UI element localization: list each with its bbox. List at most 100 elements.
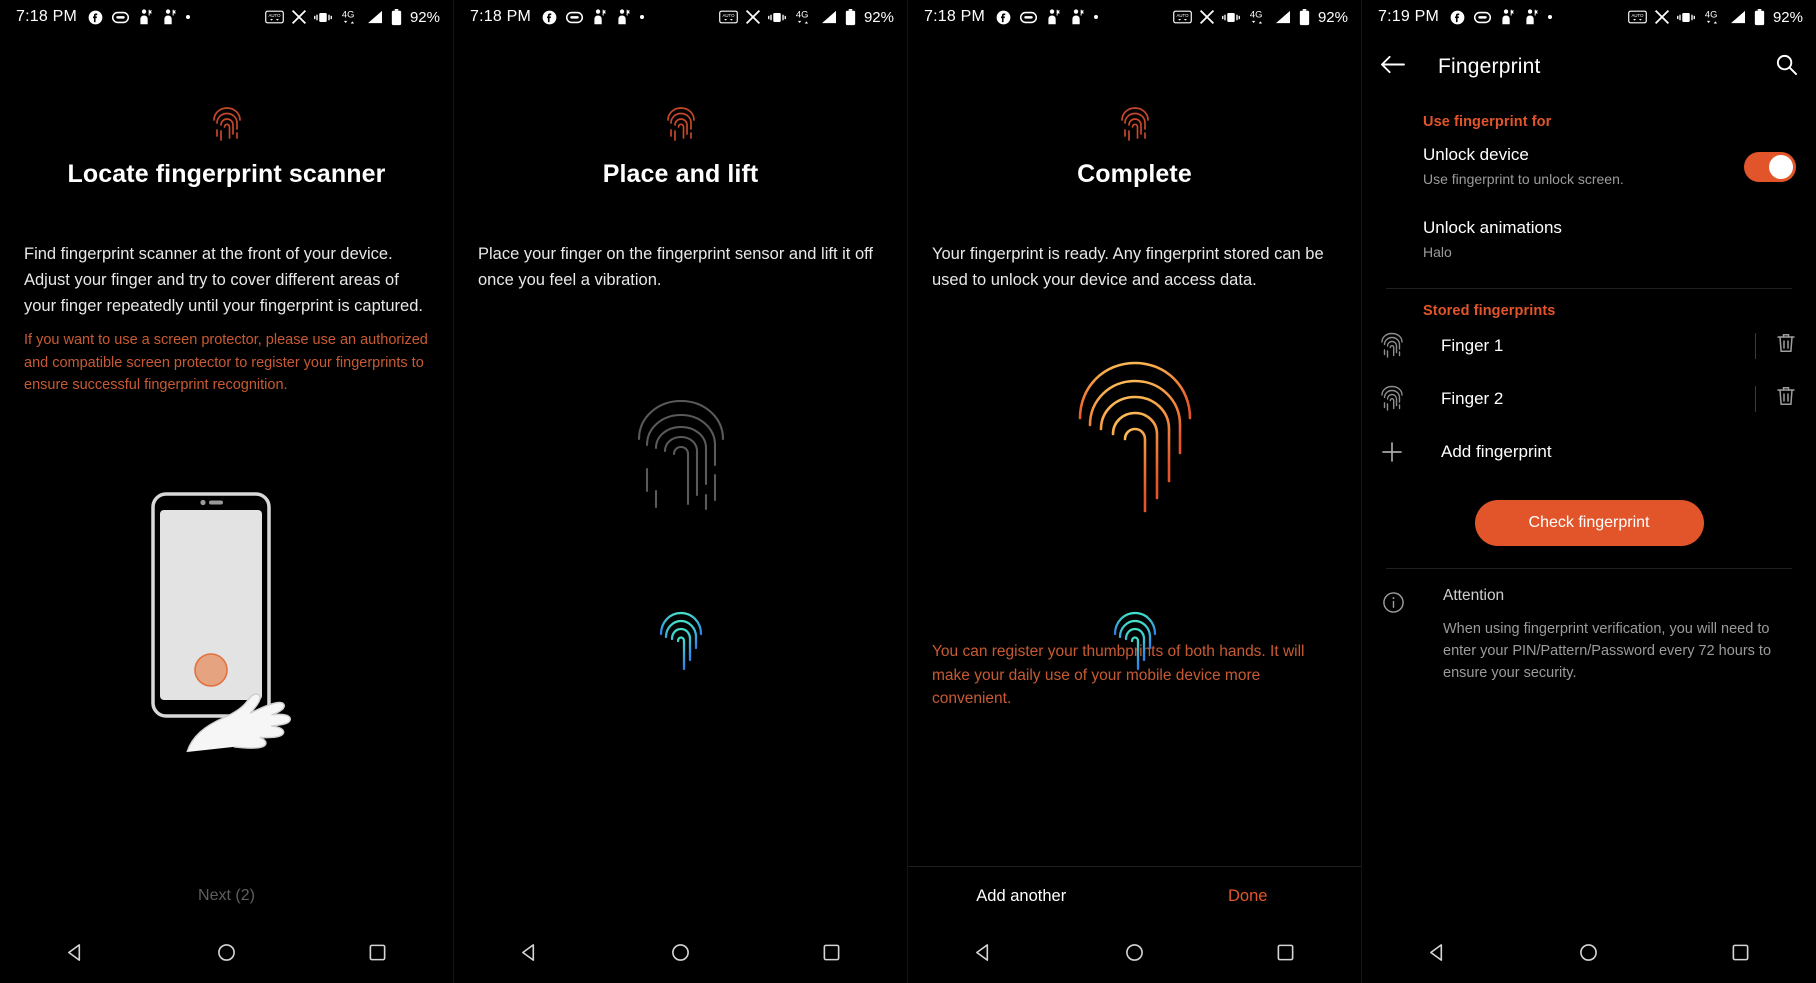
android-nav-bar (1362, 926, 1816, 983)
next-button[interactable]: Next (2) (0, 887, 453, 905)
messages-icon (566, 11, 583, 24)
person-icon (138, 9, 153, 25)
instruction-text: Place your finger on the fingerprint sen… (478, 245, 874, 289)
fingerprint-header-icon (454, 106, 907, 142)
nav-recents-icon[interactable] (1731, 943, 1750, 967)
svg-text:4G: 4G (796, 9, 808, 19)
android-nav-bar (454, 926, 907, 983)
dot-icon (1094, 15, 1098, 19)
vibrate-icon (1677, 11, 1695, 24)
status-bar-left: 7:18 PM (924, 8, 1098, 26)
person-icon (162, 9, 177, 25)
nav-recents-icon[interactable] (822, 943, 841, 967)
person-icon (592, 9, 607, 25)
fingerprint-name: Finger 2 (1441, 388, 1504, 408)
dot-icon (186, 15, 190, 19)
nav-back-icon[interactable] (520, 943, 539, 967)
done-button[interactable]: Done (1135, 887, 1362, 906)
nav-back-icon[interactable] (974, 943, 993, 967)
screen-place-and-lift: 7:18 PM AUTO 4G 92% Place and lift Place… (454, 0, 908, 983)
screen-protector-warning: If you want to use a screen protector, p… (24, 332, 428, 393)
status-bar: 7:18 PM AUTO 4G 92% (908, 0, 1361, 34)
status-bar-right: AUTO 4G 92% (1628, 8, 1803, 26)
battery-icon (391, 8, 402, 26)
nav-home-icon[interactable] (1125, 943, 1144, 967)
network-type-label: 4G (1702, 9, 1722, 26)
status-bar: 7:19 PM AUTO 4G 92% (1362, 0, 1816, 34)
x-app-icon (1199, 9, 1215, 25)
page-title: Fingerprint (1438, 55, 1541, 78)
bottom-action-bar: Add another Done (908, 866, 1361, 926)
svg-text:AUTO: AUTO (268, 13, 281, 18)
status-bar-left: 7:18 PM (470, 8, 644, 26)
page-title: Place and lift (602, 160, 759, 188)
row-separator (1755, 332, 1756, 359)
setting-unlock-animations[interactable]: Unlock animations Halo (1362, 203, 1816, 276)
vibrate-icon (314, 11, 332, 24)
row-separator (1755, 385, 1756, 412)
auto-rotate-icon: AUTO (719, 10, 738, 24)
search-icon[interactable] (1775, 53, 1798, 81)
nav-home-icon[interactable] (217, 943, 236, 967)
fingerprint-icon (1380, 332, 1423, 359)
section-stored-fingerprints: Stored fingerprints (1423, 303, 1556, 319)
status-time: 7:18 PM (924, 8, 985, 25)
signal-icon (1729, 10, 1747, 24)
info-icon (1382, 587, 1425, 684)
page-title: Complete (1077, 160, 1192, 188)
add-fingerprint-row[interactable]: Add fingerprint (1362, 425, 1816, 478)
vibrate-icon (768, 11, 786, 24)
add-fingerprint-label: Add fingerprint (1441, 441, 1552, 461)
nav-home-icon[interactable] (671, 943, 690, 967)
setting-unlock-device[interactable]: Unlock device Use fingerprint to unlock … (1362, 130, 1816, 203)
messages-icon (1474, 11, 1491, 24)
status-bar: 7:18 PM AUTO 4G 92% (0, 0, 453, 34)
fingerprint-icon (1380, 385, 1423, 412)
x-app-icon (1654, 9, 1670, 25)
app-bar: Fingerprint (1362, 34, 1816, 100)
nav-back-icon[interactable] (1428, 943, 1447, 967)
attention-description: When using fingerprint verification, you… (1443, 621, 1772, 681)
page-title: Locate fingerprint scanner (67, 160, 386, 188)
battery-icon (1299, 8, 1310, 26)
setting-subtitle: Use fingerprint to unlock screen. (1423, 171, 1624, 187)
screen-complete: 7:18 PM AUTO 4G 92% Complete Your finger… (908, 0, 1362, 983)
fingerprint-complete-graphic (908, 355, 1361, 523)
fingerprint-list-item[interactable]: Finger 1 (1362, 319, 1816, 372)
svg-text:AUTO: AUTO (1631, 13, 1644, 18)
facebook-icon (88, 10, 103, 25)
facebook-icon (996, 10, 1011, 25)
nav-recents-icon[interactable] (368, 943, 387, 967)
setting-title: Unlock device (1423, 145, 1529, 164)
back-arrow-icon[interactable] (1380, 54, 1405, 80)
plus-icon (1380, 440, 1423, 464)
dot-icon (1548, 15, 1552, 19)
attention-text-group: Attention When using fingerprint verific… (1443, 587, 1792, 684)
check-fingerprint-button[interactable]: Check fingerprint (1474, 500, 1704, 546)
trash-icon[interactable] (1776, 385, 1796, 412)
fingerprint-list-item[interactable]: Finger 2 (1362, 372, 1816, 425)
messages-icon (1020, 11, 1037, 24)
nav-recents-icon[interactable] (1276, 943, 1295, 967)
auto-rotate-icon: AUTO (1628, 10, 1647, 24)
vibrate-icon (1222, 11, 1240, 24)
nav-back-icon[interactable] (66, 943, 85, 967)
android-nav-bar (0, 926, 453, 983)
unlock-device-toggle[interactable] (1744, 151, 1796, 182)
svg-text:4G: 4G (1705, 9, 1717, 19)
attention-title: Attention (1443, 587, 1505, 604)
nav-home-icon[interactable] (1579, 943, 1598, 967)
person-icon (1500, 9, 1515, 25)
status-time: 7:18 PM (470, 8, 531, 25)
battery-percent: 92% (863, 8, 894, 26)
add-another-button[interactable]: Add another (908, 887, 1135, 906)
messages-icon (112, 11, 129, 24)
trash-icon[interactable] (1776, 332, 1796, 359)
setting-title: Unlock animations (1423, 218, 1562, 237)
status-bar-left: 7:19 PM (1378, 8, 1552, 26)
android-nav-bar (908, 926, 1361, 983)
person-icon (1070, 9, 1085, 25)
network-type-label: 4G (1247, 9, 1267, 26)
signal-icon (820, 10, 838, 24)
svg-text:AUTO: AUTO (722, 13, 735, 18)
